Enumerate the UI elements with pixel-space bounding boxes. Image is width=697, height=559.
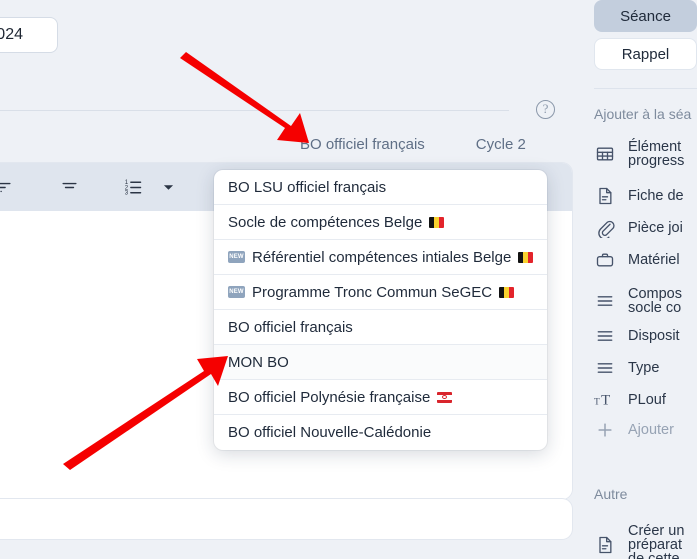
document-icon [594, 535, 616, 555]
sidebar-tab-seance-label: Séance [620, 7, 671, 25]
dropdown-item[interactable]: BO officiel Polynésie française [214, 380, 547, 415]
year-input[interactable]: 024 [0, 17, 58, 53]
year-input-value: 024 [0, 26, 23, 43]
right-sidebar: Séance Rappel Ajouter à la séa Élément pr… [586, 0, 697, 559]
sidebar-item-label: Ajouter [628, 422, 674, 438]
help-circle-icon[interactable]: ? [536, 100, 555, 119]
sidebar-item-label: Disposit [628, 328, 680, 344]
sidebar-item-label-line2: progress [628, 153, 685, 169]
dropdown-item[interactable]: Socle de compétences Belge [214, 205, 547, 240]
dropdown-item-label: BO officiel Nouvelle-Calédonie [228, 424, 432, 441]
plus-icon [594, 420, 616, 440]
context-tab-bo-officiel-francais[interactable]: BO officiel français [300, 136, 425, 153]
sidebar-item-compos[interactable]: Compos socle co [594, 287, 697, 315]
sidebar-item-label: Élément progress [628, 139, 685, 169]
sidebar-item-cr-er-un[interactable]: Créer un préparat de cette [594, 524, 697, 559]
section-divider [0, 110, 509, 111]
sidebar-item-label-line1: Matériel [628, 252, 680, 268]
svg-text:T: T [594, 398, 600, 408]
sidebar-divider [594, 88, 697, 89]
svg-text:T: T [601, 393, 610, 409]
context-tabs: BO officiel français Cycle 2 [300, 136, 526, 153]
sidebar-item-disposit[interactable]: Disposit [594, 326, 697, 346]
document-icon [594, 186, 616, 206]
sidebar-item-mat-riel[interactable]: Matériel [594, 250, 697, 270]
dropdown-item[interactable]: BO LSU officiel français [214, 170, 547, 205]
sidebar-item-label-line1: Type [628, 360, 660, 376]
flag-belgium-icon [499, 286, 515, 298]
sidebar-section-other-title: Autre [594, 486, 628, 502]
list-lines-icon [594, 358, 616, 378]
sidebar-item-label-line1: PLouf [628, 392, 666, 408]
text-format-icon: TT [594, 390, 616, 410]
sidebar-item-label-line2: préparat [628, 537, 683, 553]
dropdown-item-label: Socle de compétences Belge [228, 213, 423, 231]
align-left-icon[interactable] [0, 174, 16, 200]
context-tab-cycle-2[interactable]: Cycle 2 [476, 136, 526, 153]
bo-referential-dropdown: BO LSU officiel français Socle de compéte… [214, 170, 547, 450]
sidebar-item-label: Compos socle co [628, 286, 682, 316]
flag-belgium-icon [429, 216, 445, 228]
sidebar-item-label-line1: Compos [628, 286, 682, 302]
dropdown-item-label: BO officiel français [228, 318, 353, 336]
sidebar-item-label-line1: Ajouter [628, 422, 674, 438]
sidebar-item-label: Type [628, 360, 660, 376]
sidebar-item-label-line1: Élément [628, 139, 682, 155]
sidebar-item-label: PLouf [628, 392, 666, 408]
dropdown-item-label: BO officiel Polynésie française [228, 388, 431, 406]
dropdown-item[interactable]: NEW Référentiel compétences intiales Belg… [214, 240, 547, 275]
numbered-list-icon[interactable]: 1 2 3 [120, 174, 146, 200]
sidebar-tab-group: Séance Rappel [586, 0, 697, 70]
dropdown-item-label: MON BO [228, 353, 289, 371]
sidebar-item-label: Pièce joi [628, 220, 683, 236]
sidebar-item-label: Fiche de [628, 188, 684, 204]
dropdown-item-label: BO LSU officiel français [228, 178, 387, 196]
sidebar-tab-rappel[interactable]: Rappel [594, 38, 697, 70]
briefcase-icon [594, 250, 616, 270]
dropdown-item-label: Référentiel compétences intiales Belge [252, 248, 512, 266]
dropdown-item-label: Programme Tronc Commun SeGEC [252, 283, 493, 301]
sidebar-item-type[interactable]: Type [594, 358, 697, 378]
sidebar-tab-seance[interactable]: Séance [594, 0, 697, 32]
lower-card [0, 499, 572, 539]
sidebar-item-fiche-de[interactable]: Fiche de [594, 186, 697, 206]
sidebar-item-label: Créer un préparat de cette [628, 524, 684, 559]
table-icon [594, 144, 616, 164]
dropdown-item[interactable]: BO officiel Nouvelle-Calédonie [214, 415, 547, 450]
list-lines-icon [594, 291, 616, 311]
sidebar-item-label-line2: socle co [628, 300, 682, 316]
sidebar-item-l-ment[interactable]: Élément progress [594, 140, 697, 168]
sidebar-item-label: Matériel [628, 252, 680, 268]
list-lines-icon [594, 326, 616, 346]
sidebar-item-label-line1: Pièce joi [628, 220, 683, 236]
paperclip-icon [594, 218, 616, 238]
align-center-icon[interactable] [56, 174, 82, 200]
sidebar-item-label-line3: de cette [628, 551, 680, 559]
dropdown-item[interactable]: MON BO [214, 345, 547, 380]
new-badge-icon: NEW [228, 286, 245, 298]
sidebar-item-label-line1: Disposit [628, 328, 680, 344]
sidebar-item-pi-ce-joi[interactable]: Pièce joi [594, 218, 697, 238]
dropdown-item[interactable]: NEW Programme Tronc Commun SeGEC [214, 275, 547, 310]
sidebar-item-label-line1: Créer un [628, 523, 685, 539]
dropdown-item[interactable]: BO officiel français [214, 310, 547, 345]
sidebar-item-ajouter[interactable]: Ajouter [594, 420, 697, 440]
sidebar-section-add-title: Ajouter à la séa [594, 106, 692, 122]
sidebar-item-plouf[interactable]: T T PLouf [594, 390, 697, 410]
new-badge-icon: NEW [228, 251, 245, 263]
sidebar-item-label-line1: Fiche de [628, 188, 684, 204]
chevron-down-icon[interactable] [160, 174, 176, 200]
flag-belgium-icon [518, 251, 534, 263]
svg-text:3: 3 [124, 189, 128, 196]
flag-french-polynesia-icon [437, 391, 453, 403]
help-icon-glyph: ? [542, 101, 549, 116]
sidebar-tab-rappel-label: Rappel [621, 45, 670, 63]
